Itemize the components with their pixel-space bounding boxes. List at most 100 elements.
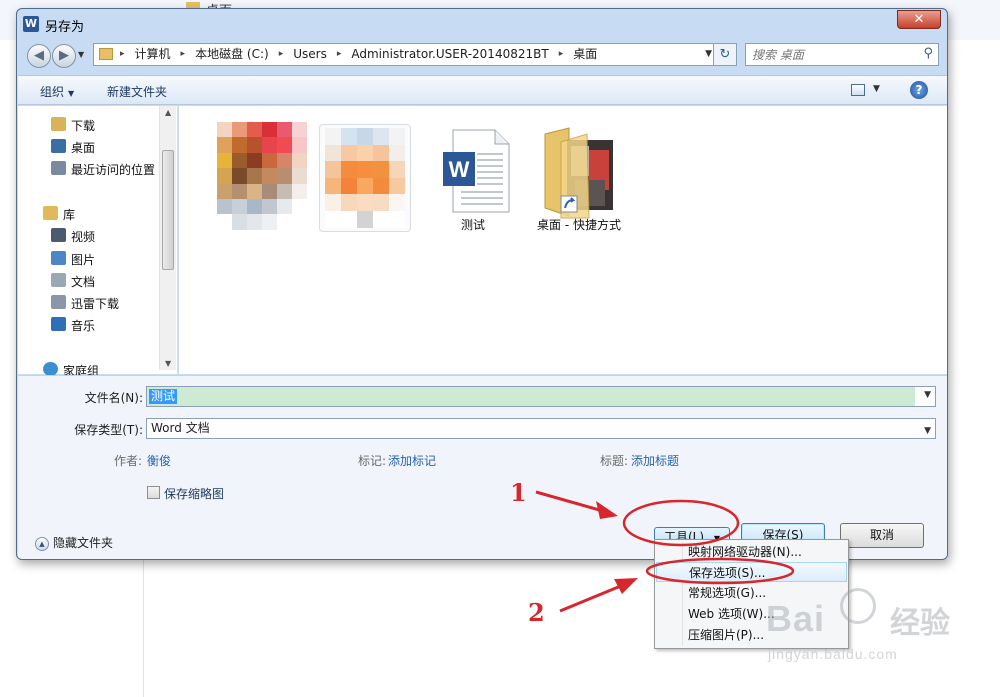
navigation-pane: 下载 桌面 最近访问的位置 库 视频 图片 文档 迅雷下载 音乐 家庭组 — [18, 106, 178, 378]
arrow-right-icon: ▶ — [59, 48, 69, 63]
paw-icon — [840, 588, 876, 624]
chevron-down-icon: ▼ — [924, 426, 931, 436]
watermark-url: jingyan.baidu.com — [768, 646, 898, 662]
chevron-down-icon[interactable]: ▼ — [873, 84, 880, 94]
filetype-label: 保存类型(T): — [74, 423, 143, 437]
download-folder-icon — [51, 117, 66, 131]
chevron-down-icon: ▼ — [78, 50, 85, 59]
breadcrumb-separator-icon[interactable]: ▸ — [181, 44, 186, 65]
cancel-button[interactable]: 取消 — [840, 523, 924, 548]
chevron-down-icon[interactable]: ▼ — [705, 44, 712, 65]
sidebar-item-label: 最近访问的位置 — [71, 163, 156, 177]
file-list: W 测试 桌面 - 快捷方式 — [179, 106, 947, 374]
menu-item-map-network-drive[interactable]: 映射网络驱动器(N)... — [656, 542, 847, 562]
address-bar[interactable]: ▸ 计算机 ▸ 本地磁盘 (C:) ▸ Users ▸ Administrato… — [93, 43, 717, 66]
pictures-icon — [51, 251, 66, 265]
nav-pane-scrollbar[interactable]: ▲ ▼ — [159, 106, 176, 370]
sidebar-item-label: 音乐 — [71, 319, 96, 333]
author-label: 作者: — [114, 454, 143, 468]
homegroup-icon — [43, 362, 58, 376]
scrollbar-thumb[interactable] — [162, 150, 174, 270]
breadcrumb-separator-icon[interactable]: ▸ — [279, 44, 284, 65]
sidebar-item-label: 桌面 — [71, 141, 96, 155]
author-value[interactable]: 衡俊 — [147, 452, 171, 469]
filename-label: 文件名(N): — [84, 391, 143, 405]
blurred-image-icon — [325, 128, 405, 228]
scroll-down-icon[interactable]: ▼ — [165, 359, 171, 368]
help-icon[interactable]: ? — [910, 81, 928, 99]
filetype-select[interactable]: Word 文档 ▼ — [146, 418, 936, 439]
search-icon[interactable]: ⚲ — [923, 46, 933, 61]
close-button[interactable]: ✕ — [897, 10, 941, 29]
breadcrumb-separator-icon[interactable]: ▸ — [559, 44, 564, 65]
breadcrumb: ▸ 计算机 ▸ 本地磁盘 (C:) ▸ Users ▸ Administrato… — [120, 44, 597, 65]
refresh-icon: ↻ — [719, 47, 731, 62]
file-label: 桌面 - 快捷方式 — [537, 218, 621, 232]
chevron-up-icon: ▲ — [35, 536, 49, 551]
filename-input[interactable] — [147, 387, 915, 406]
save-thumbnail-label[interactable]: 保存缩略图 — [164, 485, 224, 502]
breadcrumb-separator-icon[interactable]: ▸ — [120, 44, 125, 65]
blurred-image-icon — [217, 122, 307, 230]
sidebar-item-label: 下载 — [71, 119, 96, 133]
refresh-button[interactable]: ↻ — [713, 43, 737, 66]
back-button[interactable]: ◀ — [27, 44, 51, 68]
watermark-cn: 经验 — [890, 606, 950, 641]
watermark-brand: Bai — [766, 598, 826, 639]
save-as-dialog: W 另存为 ✕ ◀ ▶ ▼ ▸ 计算机 ▸ 本地磁盘 (C:) ▸ Users … — [16, 8, 948, 560]
filename-field[interactable]: 测试 ▼ — [146, 386, 936, 407]
folder-icon — [99, 48, 113, 60]
desktop-icon — [51, 139, 66, 153]
annotation-arrowhead-2 — [614, 578, 638, 594]
annotation-arrow-2 — [559, 581, 629, 613]
thunder-download-icon — [51, 295, 66, 309]
breadcrumb-item[interactable]: Administrator.USER-20140821BT — [351, 44, 548, 65]
tags-label: 标记: — [358, 454, 387, 468]
sidebar-item-label: 图片 — [71, 253, 96, 267]
save-thumbnail-checkbox[interactable] — [147, 486, 160, 499]
breadcrumb-item[interactable]: 本地磁盘 (C:) — [195, 44, 269, 65]
library-icon — [43, 206, 58, 220]
menu-item-save-options[interactable]: 保存选项(S)... — [656, 562, 847, 582]
breadcrumb-separator-icon[interactable]: ▸ — [337, 44, 342, 65]
scroll-up-icon[interactable]: ▲ — [165, 108, 171, 117]
change-view-icon[interactable] — [851, 84, 865, 96]
new-folder-button[interactable]: 新建文件夹 — [107, 83, 167, 100]
dialog-title: 另存为 — [45, 20, 85, 35]
recent-pages-dropdown[interactable]: ▼ — [78, 50, 84, 59]
word-app-icon: W — [23, 16, 39, 32]
command-toolbar: 组织 ▼ 新建文件夹 ▼ ? — [18, 75, 947, 105]
organize-button[interactable]: 组织 ▼ — [40, 83, 74, 100]
breadcrumb-item[interactable]: 桌面 — [573, 44, 597, 65]
chevron-down-icon: ▼ — [68, 89, 75, 98]
title-value[interactable]: 添加标题 — [631, 452, 679, 469]
chevron-down-icon[interactable]: ▼ — [924, 390, 931, 400]
sidebar-item-label: 视频 — [71, 230, 96, 244]
breadcrumb-item[interactable]: Users — [293, 44, 327, 65]
hide-folders-label: 隐藏文件夹 — [53, 536, 114, 550]
sidebar-item-label: 迅雷下载 — [71, 297, 120, 311]
filetype-value: Word 文档 — [151, 421, 210, 435]
save-form: 文件名(N): 测试 ▼ 保存类型(T): Word 文档 ▼ 作者: 衡俊 标… — [18, 375, 947, 559]
word-document-icon: W — [443, 129, 510, 213]
annotation-step-2: 2 — [528, 598, 545, 627]
documents-icon — [51, 273, 66, 287]
music-icon — [51, 317, 66, 331]
sidebar-item-label: 库 — [63, 208, 76, 222]
recent-places-icon — [51, 161, 66, 175]
breadcrumb-item[interactable]: 计算机 — [135, 44, 171, 65]
search-input[interactable] — [746, 44, 906, 65]
svg-text:W: W — [449, 157, 470, 182]
arrow-left-icon: ◀ — [34, 48, 44, 63]
video-icon — [51, 228, 66, 242]
tags-value[interactable]: 添加标记 — [388, 452, 436, 469]
hide-folders-toggle[interactable]: ▲ 隐藏文件夹 — [35, 534, 113, 551]
file-label: 测试 — [460, 218, 485, 232]
title-label: 标题: — [600, 454, 629, 468]
forward-button[interactable]: ▶ — [52, 44, 76, 68]
organize-label: 组织 — [40, 85, 65, 99]
sidebar-item-label: 文档 — [71, 275, 96, 289]
folder-shortcut-icon — [544, 127, 613, 219]
search-box[interactable]: ⚲ — [745, 43, 939, 66]
filename-value[interactable]: 测试 — [149, 389, 178, 404]
